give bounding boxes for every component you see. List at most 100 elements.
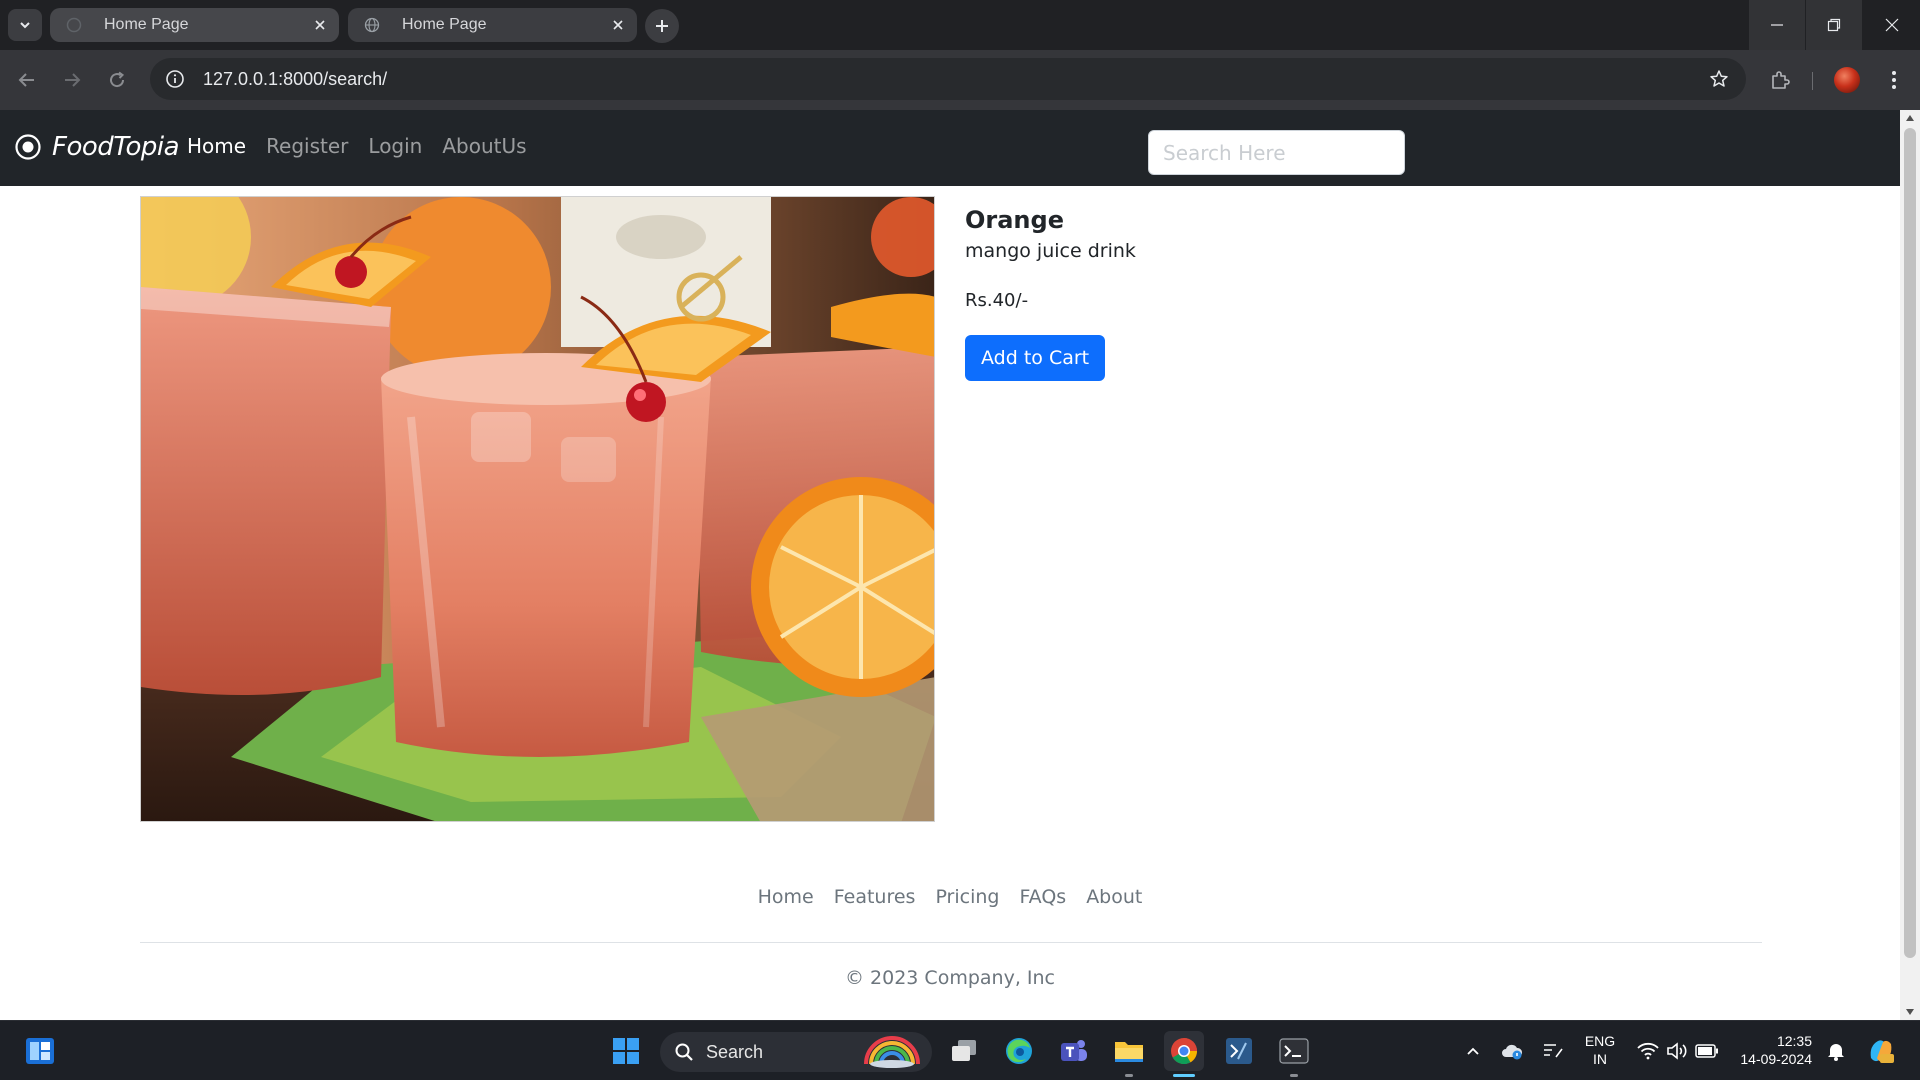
reload-button[interactable] <box>101 64 133 96</box>
onedrive-status-button[interactable] <box>1492 1031 1532 1071</box>
scroll-down-arrow-icon[interactable] <box>1906 1009 1914 1015</box>
product-price: Rs.40/- <box>965 290 1029 311</box>
chrome-button[interactable] <box>1164 1031 1204 1071</box>
brand-link[interactable]: FoodTopia <box>14 132 180 162</box>
taskbar-search-label: Search <box>706 1041 764 1062</box>
tab-title: Home Page <box>104 16 189 33</box>
brand-name: FoodTopia <box>52 132 180 162</box>
add-to-cart-button[interactable]: Add to Cart <box>965 335 1106 381</box>
site-nav-links: Home Register Login AboutUs <box>187 134 527 158</box>
show-hidden-icons-button[interactable] <box>1453 1031 1493 1071</box>
product-name: Orange <box>965 206 1064 234</box>
nav-item-login[interactable]: Login <box>368 134 422 158</box>
reload-icon <box>110 71 125 88</box>
terminal-button[interactable] <box>1274 1031 1314 1071</box>
pen-menu-icon <box>1544 1044 1563 1058</box>
footer-link-about[interactable]: About <box>1086 886 1142 908</box>
nav-item-register[interactable]: Register <box>266 134 348 158</box>
page-favicon-icon <box>66 17 82 33</box>
close-tab-icon[interactable] <box>311 16 329 34</box>
globe-icon <box>364 17 380 33</box>
page-viewport: FoodTopia Home Register Login AboutUs Se… <box>0 110 1900 1020</box>
address-bar[interactable]: 127.0.0.1:8000/search/ <box>150 58 1746 100</box>
browser-tab-2[interactable]: Home Page <box>348 8 637 42</box>
product-image <box>140 196 935 822</box>
site-info-icon[interactable] <box>164 68 186 90</box>
taskbar-search-box[interactable]: Search <box>660 1032 932 1072</box>
footer-link-features[interactable]: Features <box>834 886 916 908</box>
clock-time: 12:35 <box>1776 1033 1812 1049</box>
footer-link-home[interactable]: Home <box>758 886 814 908</box>
footer-nav: Home Features Pricing FAQs About <box>0 886 1900 908</box>
forward-button[interactable] <box>56 64 88 96</box>
task-view-button[interactable] <box>944 1031 984 1071</box>
arrow-left-icon <box>18 73 34 87</box>
minimize-window-button[interactable] <box>1749 0 1805 50</box>
url-text[interactable]: 127.0.0.1:8000/search/ <box>203 69 1706 90</box>
file-explorer-button[interactable] <box>1109 1031 1149 1071</box>
puzzle-piece-icon <box>1772 71 1790 89</box>
vscode-button[interactable] <box>1219 1031 1259 1071</box>
scroll-up-arrow-icon[interactable] <box>1906 115 1914 121</box>
notifications-button[interactable] <box>1816 1031 1856 1071</box>
profile-button[interactable] <box>1831 64 1863 96</box>
bookmark-star-icon[interactable] <box>1706 66 1732 92</box>
clock-date: 14-09-2024 <box>1740 1051 1812 1067</box>
scrollbar-thumb[interactable] <box>1904 128 1916 958</box>
new-tab-button[interactable] <box>645 9 679 43</box>
close-window-button[interactable] <box>1864 0 1920 50</box>
task-view-icon <box>952 1040 976 1061</box>
arrow-right-icon <box>65 73 81 87</box>
chevron-up-icon <box>1467 1047 1479 1055</box>
region-code: IN <box>1593 1051 1607 1067</box>
bell-icon <box>1828 1044 1844 1061</box>
close-icon <box>1885 18 1899 32</box>
copyright-text: © 2023 Company, Inc <box>845 967 1055 989</box>
input-indicator-button[interactable] <box>1533 1031 1573 1071</box>
footer-divider <box>140 942 1762 943</box>
search-icon <box>675 1043 693 1061</box>
avatar <box>1834 67 1860 93</box>
app-running-indicator <box>1125 1074 1133 1077</box>
widgets-icon <box>26 1038 54 1064</box>
copilot-icon <box>1870 1040 1894 1063</box>
battery-status-button[interactable] <box>1687 1031 1727 1071</box>
nav-item-home[interactable]: Home <box>187 134 246 158</box>
copilot-button[interactable] <box>1861 1031 1901 1071</box>
app-running-indicator <box>1290 1074 1298 1077</box>
footer-link-pricing[interactable]: Pricing <box>935 886 999 908</box>
browser-menu-button[interactable] <box>1878 64 1910 96</box>
kebab-menu-icon <box>1892 71 1896 89</box>
close-tab-icon[interactable] <box>609 16 627 34</box>
extensions-button[interactable] <box>1764 64 1796 96</box>
back-button[interactable] <box>11 64 43 96</box>
search-input[interactable] <box>1148 130 1405 175</box>
tab-title: Home Page <box>402 16 487 33</box>
rainbow-highlight-icon <box>864 1036 920 1068</box>
restore-window-button[interactable] <box>1806 0 1862 50</box>
juice-drink-photo-icon <box>141 197 934 821</box>
battery-icon <box>1695 1044 1718 1058</box>
browser-toolbar: 127.0.0.1:8000/search/ <box>0 50 1920 110</box>
product-details: Orange mango juice drink Rs.40/- Add to … <box>965 206 1136 381</box>
language-code: ENG <box>1584 1033 1616 1049</box>
nav-item-aboutus[interactable]: AboutUs <box>442 134 526 158</box>
page-scrollbar[interactable] <box>1900 110 1920 1020</box>
folder-icon <box>1115 1042 1143 1062</box>
widgets-button[interactable] <box>20 1031 60 1071</box>
clock[interactable]: 12:35 14-09-2024 <box>1736 1032 1812 1068</box>
edge-browser-button[interactable] <box>999 1031 1039 1071</box>
app-active-indicator <box>1173 1074 1195 1077</box>
toolbar-divider <box>1812 72 1813 90</box>
tab-search-button[interactable] <box>8 9 42 41</box>
teams-icon <box>1061 1040 1087 1061</box>
teams-button[interactable] <box>1054 1031 1094 1071</box>
wifi-icon <box>1637 1042 1659 1060</box>
start-button[interactable] <box>606 1031 646 1071</box>
chrome-icon <box>1171 1038 1198 1065</box>
browser-tab-1[interactable]: Home Page <box>50 8 339 42</box>
language-indicator[interactable]: ENG IN <box>1578 1032 1622 1068</box>
terminal-icon <box>1279 1038 1309 1064</box>
product-description: mango juice drink <box>965 240 1136 262</box>
footer-link-faqs[interactable]: FAQs <box>1019 886 1066 908</box>
